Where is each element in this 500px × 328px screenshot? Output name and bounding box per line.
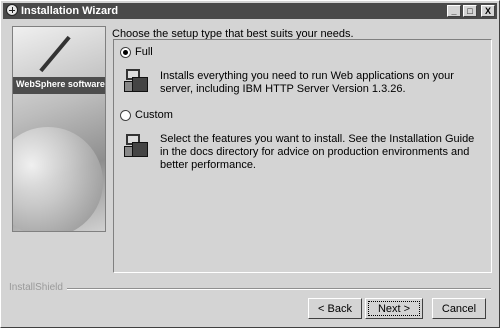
back-button[interactable]: < Back xyxy=(308,298,362,319)
cancel-button[interactable]: Cancel xyxy=(432,298,486,319)
globe-graphic xyxy=(13,127,103,231)
custom-radio[interactable] xyxy=(120,110,131,121)
full-radio[interactable] xyxy=(120,47,131,58)
installation-wizard-window: Installation Wizard _ □ X WebSphere soft… xyxy=(0,0,500,328)
websphere-logo-text: WebSphere software xyxy=(16,79,105,89)
installshield-label: InstallShield xyxy=(9,282,63,293)
full-label[interactable]: Full xyxy=(135,46,153,58)
close-button[interactable]: X xyxy=(481,5,495,17)
next-button[interactable]: Next > xyxy=(365,298,423,319)
footer-divider xyxy=(67,288,491,290)
computer-icon xyxy=(124,69,148,92)
pen-graphic xyxy=(39,35,71,73)
minimize-button[interactable]: _ xyxy=(447,5,461,17)
app-icon xyxy=(6,4,18,16)
custom-description: Select the features you want to install.… xyxy=(160,133,475,171)
window-title: Installation Wizard xyxy=(21,5,119,17)
websphere-side-image: WebSphere software xyxy=(12,26,106,232)
title-bar[interactable]: Installation Wizard _ □ X xyxy=(3,3,497,19)
custom-label[interactable]: Custom xyxy=(135,109,173,121)
setup-options-panel: Full Installs everything you need to run… xyxy=(113,39,492,273)
full-description: Installs everything you need to run Web … xyxy=(160,70,454,95)
computer-icon xyxy=(124,134,148,157)
maximize-button[interactable]: □ xyxy=(463,5,477,17)
